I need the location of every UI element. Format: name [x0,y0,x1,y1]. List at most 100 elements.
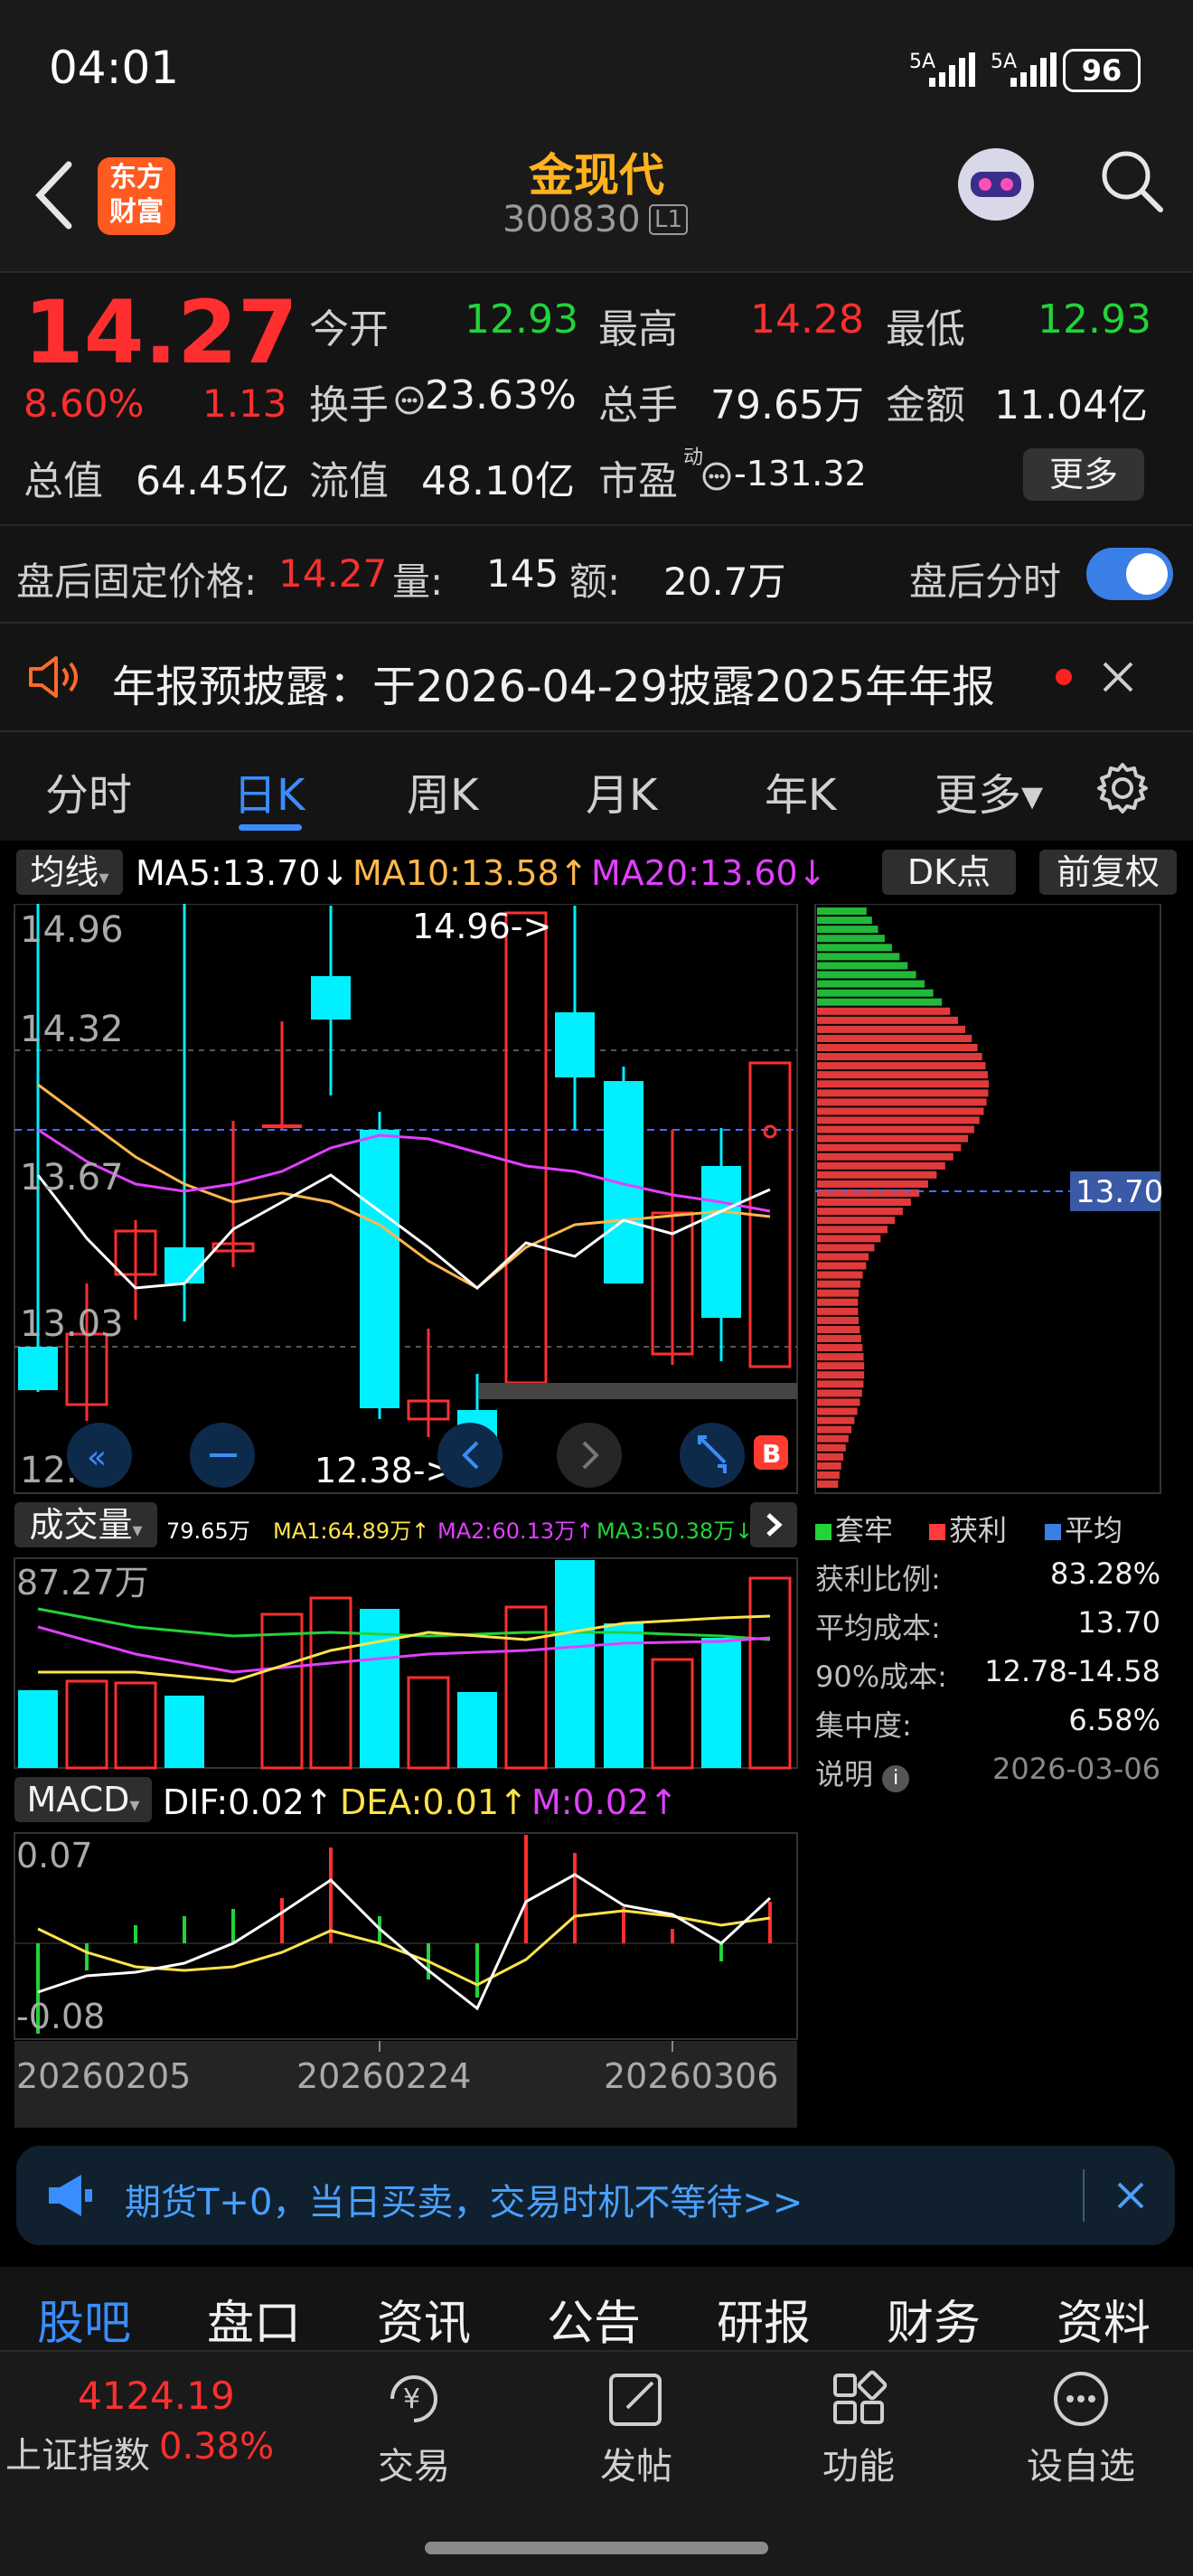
nav-pankou[interactable]: 盘口 [204,2285,304,2353]
settings-gear-icon[interactable] [1095,761,1150,815]
chip-bar [817,1217,896,1225]
chip-bar [817,907,867,916]
kline-y-label: 14.96 [20,909,124,951]
adjust-button[interactable]: 前复权 [1039,850,1177,895]
tab-more[interactable]: 更多▾ [935,759,1043,823]
nav-announcement[interactable]: 公告 [544,2285,643,2353]
after-hours-toggle[interactable] [1086,548,1173,600]
x-axis-label: 20260224 [296,2056,471,2096]
chip-bar [817,1280,860,1288]
dock-functions-label: 功能 [822,2446,895,2487]
scroll-track[interactable] [479,1383,797,1399]
ma20-line [37,1128,771,1213]
volume-ma2: MA2:60.13万↑ [437,1518,595,1544]
volume-ma1-line [38,1614,771,1683]
close-icon[interactable] [1115,2180,1146,2211]
after-hours-price: 14.27 [278,551,388,596]
signal-icon [929,52,975,87]
robot-assistant-icon[interactable] [951,137,1041,228]
chip-bar [817,1071,988,1079]
info-icon[interactable] [394,385,425,416]
volume-bar [18,1690,58,1768]
tab-yearly-k[interactable]: 年K [765,759,836,823]
chip-bar [817,935,885,943]
chip-bar [817,1307,859,1315]
stat-value: 13.70 [1077,1605,1160,1640]
marker-dot [763,1124,777,1139]
double-left-icon: « [87,1439,107,1476]
note-label[interactable]: 说明 i [815,1752,910,1793]
macd-frame [14,1832,798,2040]
dock-trade[interactable]: ¥ 交易 [360,2368,468,2489]
macd-selector-label: MACD [26,1780,130,1819]
chip-bar [817,1416,855,1424]
chip-bar [817,1262,867,1270]
stat-value: 83.28% [1049,1556,1160,1591]
chip-bar [817,1098,987,1106]
search-icon[interactable] [1099,148,1164,213]
close-icon[interactable] [1101,660,1135,694]
chevron-right-icon [766,1513,783,1537]
volume-label: 总手 [598,382,678,428]
mktcap-value: 64.45亿 [136,458,289,504]
chip-bar [817,1170,937,1179]
after-hours-vol: 145 [486,551,559,596]
yen-cycle-icon: ¥ [390,2375,437,2422]
chip-bar [817,962,908,970]
app-logo[interactable]: 东方 财富 [98,157,175,235]
expand-indicators-button[interactable] [750,1502,797,1547]
prev-button[interactable] [437,1423,503,1488]
dock-post[interactable]: 发帖 [582,2368,690,2489]
tab-intraday[interactable]: 分时 [45,759,132,823]
tab-monthly-k[interactable]: 月K [586,759,657,823]
nav-research[interactable]: 研报 [714,2285,813,2353]
dock-functions[interactable]: 功能 [804,2368,913,2489]
chip-bar [817,1389,862,1397]
dk-point-button[interactable]: DK点 [882,850,1016,895]
tab-weekly-k[interactable]: 周K [407,759,478,823]
index-name[interactable]: 上证指数 [5,2426,150,2478]
stock-name: 金现代 [529,149,664,202]
after-hours-amt: 20.7万 [663,559,786,604]
chip-bar [817,1362,865,1370]
nav-guba[interactable]: 股吧 [34,2285,134,2353]
back-icon[interactable] [34,161,74,230]
tab-active-indicator [239,824,302,831]
more-quote-button[interactable]: 更多 [1023,448,1144,501]
bottom-dock: 4124.19 上证指数 0.38% ¥ 交易 发帖 功能 设自选 [0,2350,1193,2576]
home-indicator[interactable] [425,2542,768,2554]
volume-selector[interactable]: 成交量▾ [14,1502,157,1547]
chip-bar [817,953,900,961]
dock-add-watchlist[interactable]: 设自选 [1027,2368,1135,2489]
chip-bar [817,1471,840,1479]
turnover-label: 换手 [309,382,389,428]
info-icon-pe[interactable] [701,461,732,492]
volume-bar [309,1596,352,1770]
index-value[interactable]: 4124.19 [78,2374,235,2418]
chip-bar [817,926,878,934]
ad-text: 期货T+0，当日买卖，交易时机不等待>> [125,2182,803,2223]
macd-selector[interactable]: MACD▾ [14,1777,152,1822]
chip-bar [817,1107,984,1115]
x-axis-label: 20260205 [16,2056,191,2096]
high-value: 14.28 [750,296,864,343]
nav-finance[interactable]: 财务 [884,2285,983,2353]
ma-selector[interactable]: 均线▾ [16,850,123,895]
expand-button[interactable] [680,1423,745,1488]
chip-bar [817,1453,844,1461]
chip-bar [817,1180,928,1188]
tab-daily-k[interactable]: 日K [233,759,305,823]
ad-banner[interactable]: 期货T+0，当日买卖，交易时机不等待>> [16,2146,1175,2245]
amount-label: 金额 [886,382,965,428]
next-button[interactable] [557,1423,622,1488]
volume-bar [260,1612,304,1770]
note-text: 说明 [815,1757,874,1791]
dock-post-label: 发帖 [600,2446,672,2487]
chip-bar [817,1244,875,1252]
notice-bar[interactable]: 年报预披露：于2026-04-29披露2025年年报 [0,624,1193,730]
section-nav: 股吧 盘口 资讯 公告 研报 财务 资料 [0,2267,1193,2353]
svg-text:¥: ¥ [403,2383,420,2415]
dif-line [37,1873,772,2011]
nav-news[interactable]: 资讯 [374,2285,474,2353]
nav-profile[interactable]: 资料 [1054,2285,1153,2353]
